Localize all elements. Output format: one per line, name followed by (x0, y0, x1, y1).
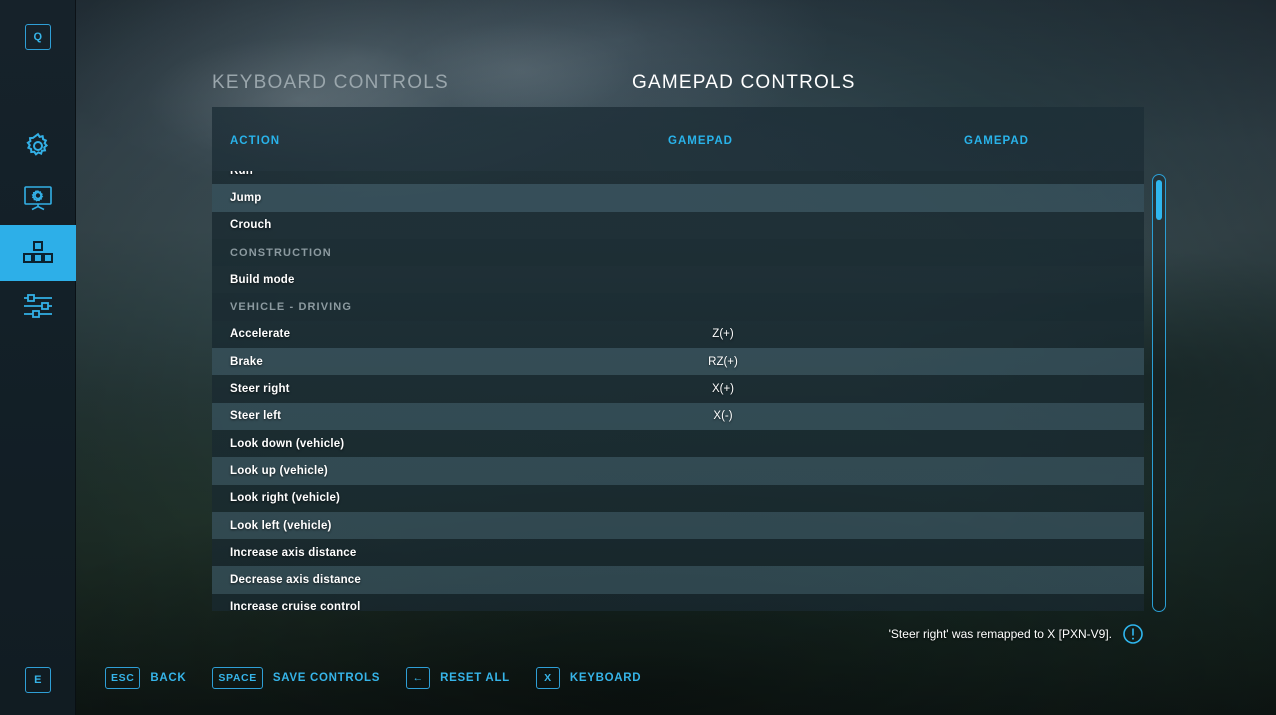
action-label: VEHICLE - DRIVING (230, 301, 352, 314)
controls-list[interactable]: Run Jump Crouch CONSTRUCTION Build mode VEHIC… (212, 171, 1144, 611)
action-label: Increase axis distance (230, 546, 357, 559)
sliders-icon (22, 293, 54, 319)
sidebar-next-tab-key[interactable]: E (25, 667, 51, 693)
footer-key-cap: ESC (105, 667, 141, 689)
footer-action-label: SAVE CONTROLS (272, 672, 381, 684)
tab-bar: KEYBOARD CONTROLS GAMEPAD CONTROLS (212, 72, 1144, 104)
controls-panel: ACTION GAMEPAD GAMEPAD Run Jump Crouch CONS… (212, 107, 1144, 611)
table-row[interactable]: Look right (vehicle) (212, 484, 1144, 512)
action-label: Increase cruise control (230, 601, 361, 611)
footer-action[interactable]: X KEYBOARD (535, 667, 642, 689)
controls-grid-icon (22, 240, 54, 266)
footer-actions: ESC BACK SPACE SAVE CONTROLS ← RESET ALL X KEYB… (105, 667, 667, 689)
action-label: Crouch (230, 219, 272, 232)
table-row[interactable]: Brake RZ(+) (212, 348, 1144, 376)
section-header-row: VEHICLE - DRIVING (212, 293, 1144, 321)
footer-key-cap: ← (406, 667, 431, 689)
gamepad-binding-1[interactable]: Z(+) (668, 328, 778, 340)
tab-gamepad-controls[interactable]: GAMEPAD CONTROLS (632, 72, 856, 94)
table-row[interactable]: Increase cruise control (212, 593, 1144, 611)
footer-key-cap: X (535, 667, 560, 689)
column-header-action: ACTION (230, 135, 281, 147)
footer-action[interactable]: ESC BACK (105, 667, 186, 689)
footer-action-label: BACK (150, 672, 187, 684)
table-row[interactable]: Look down (vehicle) (212, 429, 1144, 458)
scrollbar-thumb[interactable] (1156, 180, 1162, 220)
table-row[interactable]: Build mode (212, 266, 1144, 294)
table-row[interactable]: Decrease axis distance (212, 566, 1144, 594)
table-row[interactable]: Run (212, 171, 1144, 185)
action-label: Jump (230, 191, 262, 204)
table-row[interactable]: Jump (212, 184, 1144, 212)
sidebar-item-controls[interactable] (0, 225, 76, 281)
gear-icon (23, 131, 53, 161)
controls-scrollbar[interactable] (1152, 174, 1166, 612)
action-label: Look down (vehicle) (230, 437, 345, 450)
section-header-row: CONSTRUCTION (212, 238, 1144, 267)
sidebar-item-settings[interactable] (0, 118, 76, 174)
footer-action[interactable]: ← RESET ALL (406, 667, 510, 689)
sidebar: Q E (0, 0, 76, 715)
gamepad-binding-1[interactable]: X(-) (668, 410, 778, 422)
action-label: Run (230, 171, 253, 177)
action-label: Decrease axis distance (230, 574, 361, 587)
table-row[interactable]: Steer left X(-) (212, 402, 1144, 430)
table-row[interactable]: Increase axis distance (212, 539, 1144, 567)
table-row[interactable]: Accelerate Z(+) (212, 320, 1144, 349)
action-label: Build mode (230, 273, 295, 286)
footer-key-cap: SPACE (212, 667, 263, 689)
action-label: Look left (vehicle) (230, 519, 332, 532)
table-row[interactable]: Look left (vehicle) (212, 511, 1144, 540)
column-header-gamepad-2: GAMEPAD (964, 135, 1029, 147)
action-label: CONSTRUCTION (230, 246, 332, 259)
gamepad-binding-1[interactable]: X(+) (668, 383, 778, 395)
action-label: Steer left (230, 410, 282, 423)
footer-action-label: KEYBOARD (569, 672, 642, 684)
monitor-gear-icon (23, 185, 53, 211)
action-label: Accelerate (230, 328, 291, 341)
action-label: Look up (vehicle) (230, 464, 328, 477)
table-row[interactable]: Crouch (212, 211, 1144, 239)
status-message-text: 'Steer right' was remapped to X [PXN-V9]… (888, 627, 1112, 641)
status-message: 'Steer right' was remapped to X [PXN-V9]… (889, 623, 1144, 645)
action-label: Look right (vehicle) (230, 492, 341, 505)
action-label: Steer right (230, 383, 290, 396)
footer-action-label: RESET ALL (440, 672, 510, 684)
tab-keyboard-controls[interactable]: KEYBOARD CONTROLS (212, 72, 449, 94)
footer-action[interactable]: SPACE SAVE CONTROLS (212, 667, 380, 689)
sidebar-item-display[interactable] (0, 170, 76, 226)
sidebar-prev-tab-key[interactable]: Q (25, 24, 51, 50)
table-row[interactable]: Look up (vehicle) (212, 457, 1144, 485)
gamepad-binding-1[interactable]: RZ(+) (668, 356, 778, 368)
sidebar-item-game-settings[interactable] (0, 278, 76, 334)
table-header: ACTION GAMEPAD GAMEPAD (212, 107, 1144, 171)
warning-circle-icon[interactable] (1122, 623, 1144, 645)
table-row[interactable]: Steer right X(+) (212, 375, 1144, 403)
column-header-gamepad-1: GAMEPAD (668, 135, 733, 147)
action-label: Brake (230, 355, 263, 368)
